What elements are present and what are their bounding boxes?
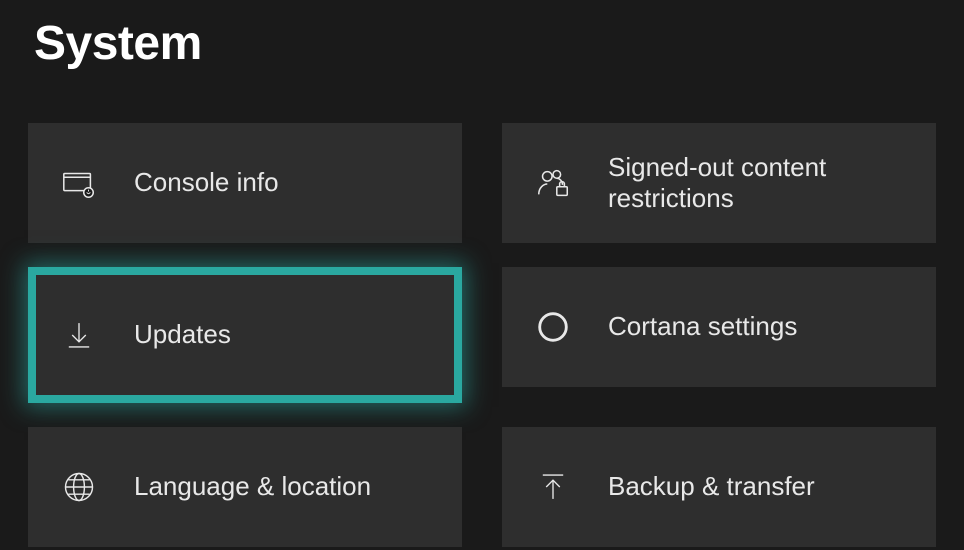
tile-updates[interactable]: Updates xyxy=(28,267,462,403)
tile-language-location[interactable]: Language & location xyxy=(28,427,462,547)
tile-label: Console info xyxy=(134,167,279,198)
download-arrow-icon xyxy=(60,316,98,354)
upload-arrow-icon xyxy=(534,468,572,506)
tile-label: Language & location xyxy=(134,471,371,502)
tile-label: Signed-out content restrictions xyxy=(608,152,904,214)
globe-icon xyxy=(60,468,98,506)
tile-label: Updates xyxy=(134,319,231,350)
circle-ring-icon xyxy=(534,308,572,346)
tile-backup-transfer[interactable]: Backup & transfer xyxy=(502,427,936,547)
console-info-icon xyxy=(60,164,98,202)
tiles-grid: Console info Signed-out content restrict… xyxy=(0,71,964,547)
people-lock-icon xyxy=(534,164,572,202)
tile-console-info[interactable]: Console info xyxy=(28,123,462,243)
tile-signed-out-restrictions[interactable]: Signed-out content restrictions xyxy=(502,123,936,243)
page-title: System xyxy=(0,0,964,71)
tile-cortana-settings[interactable]: Cortana settings xyxy=(502,267,936,387)
tile-label: Backup & transfer xyxy=(608,471,815,502)
tile-label: Cortana settings xyxy=(608,311,797,342)
